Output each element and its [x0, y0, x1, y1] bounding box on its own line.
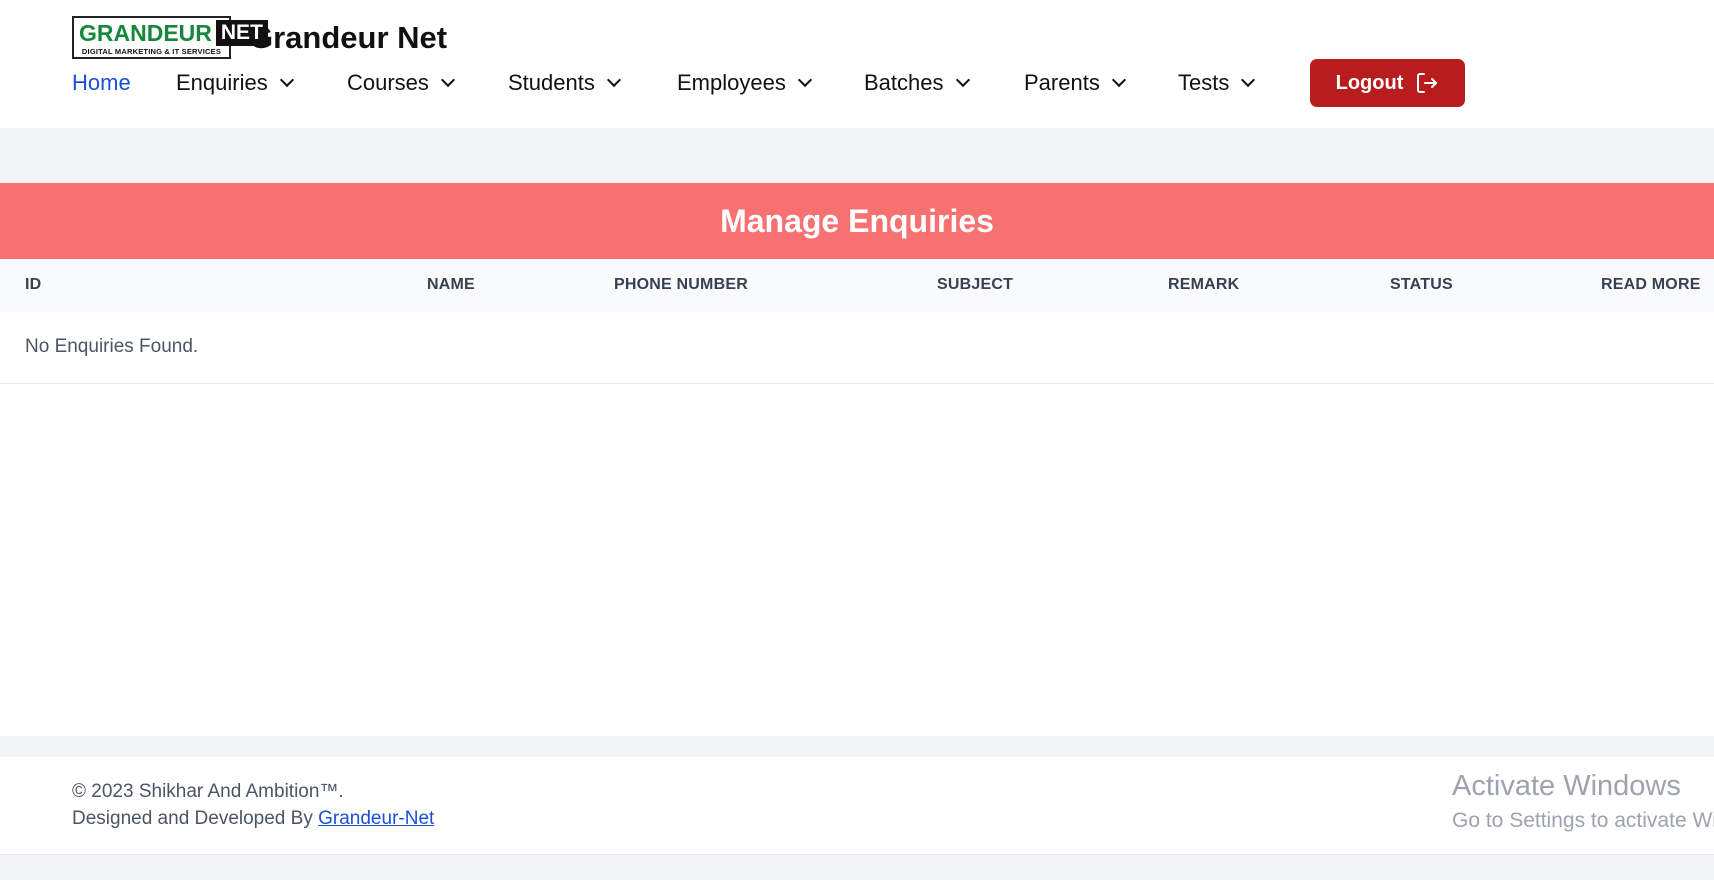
nav-home-label: Home — [72, 70, 131, 95]
chevron-down-icon — [955, 72, 970, 88]
nav-enquiries[interactable]: Enquiries — [176, 70, 294, 96]
empty-message: No Enquiries Found. — [25, 336, 199, 357]
chevron-down-icon — [279, 72, 294, 88]
nav-enquiries-label: Enquiries — [176, 70, 268, 95]
brand-name: Grandeur Net — [249, 19, 448, 55]
table-row: No Enquiries Found. — [0, 312, 1714, 384]
column-header-name: NAME — [427, 276, 475, 293]
nav-batches-label: Batches — [864, 70, 944, 95]
activate-windows-title: Activate Windows — [1452, 770, 1681, 802]
activate-windows-subtitle: Go to Settings to activate Windows. — [1452, 809, 1714, 832]
column-header-id: ID — [25, 276, 42, 293]
nav-students-label: Students — [508, 70, 595, 95]
column-header-subject: SUBJECT — [937, 276, 1014, 293]
nav-courses[interactable]: Courses — [347, 70, 455, 96]
designer-link[interactable]: Grandeur-Net — [318, 808, 434, 829]
column-header-remark: REMARK — [1168, 276, 1240, 293]
page-title: Manage Enquiries — [720, 202, 994, 239]
column-header-phone-number: PHONE NUMBER — [614, 276, 748, 293]
nav-students[interactable]: Students — [508, 70, 621, 96]
nav-courses-label: Courses — [347, 70, 429, 95]
nav-batches[interactable]: Batches — [864, 70, 970, 96]
designed-by-prefix: Designed and Developed By — [72, 808, 313, 829]
designed-by: Designed and Developed By Grandeur-Net — [72, 808, 434, 830]
logout-button[interactable]: Logout — [1310, 59, 1465, 107]
content-area — [0, 384, 1714, 736]
nav-parents[interactable]: Parents — [1024, 70, 1126, 96]
chevron-down-icon — [1111, 72, 1126, 88]
column-header-read-more: READ MORE — [1601, 276, 1701, 293]
nav-home[interactable]: Home — [72, 70, 131, 96]
nav-parents-label: Parents — [1024, 70, 1100, 95]
column-header-status: STATUS — [1390, 276, 1453, 293]
top-header: GRANDEUR NET DIGITAL MARKETING & IT SERV… — [0, 0, 1714, 128]
nav-employees[interactable]: Employees — [677, 70, 812, 96]
chevron-down-icon — [1241, 72, 1256, 88]
chevron-down-icon — [606, 72, 621, 88]
logout-icon — [1417, 73, 1438, 93]
chevron-down-icon — [440, 72, 455, 88]
logo-subtitle: DIGITAL MARKETING & IT SERVICES — [81, 47, 222, 56]
brand[interactable]: GRANDEUR NET DIGITAL MARKETING & IT SERV… — [72, 16, 447, 59]
logo-tag-text: NET — [215, 20, 268, 46]
logout-label: Logout — [1335, 71, 1404, 94]
nav-tests[interactable]: Tests — [1178, 70, 1256, 96]
page-title-bar: Manage Enquiries — [0, 183, 1714, 259]
copyright-text: © 2023 Shikhar And Ambition™. — [72, 781, 344, 802]
nav-tests-label: Tests — [1178, 70, 1230, 95]
chevron-down-icon — [797, 72, 812, 88]
brand-logo: GRANDEUR NET DIGITAL MARKETING & IT SERV… — [72, 16, 268, 59]
nav-employees-label: Employees — [677, 70, 786, 95]
table-header: ID NAME PHONE NUMBER SUBJECT REMARK STAT… — [0, 259, 1714, 312]
logo-main-text: GRANDEUR — [79, 20, 212, 46]
